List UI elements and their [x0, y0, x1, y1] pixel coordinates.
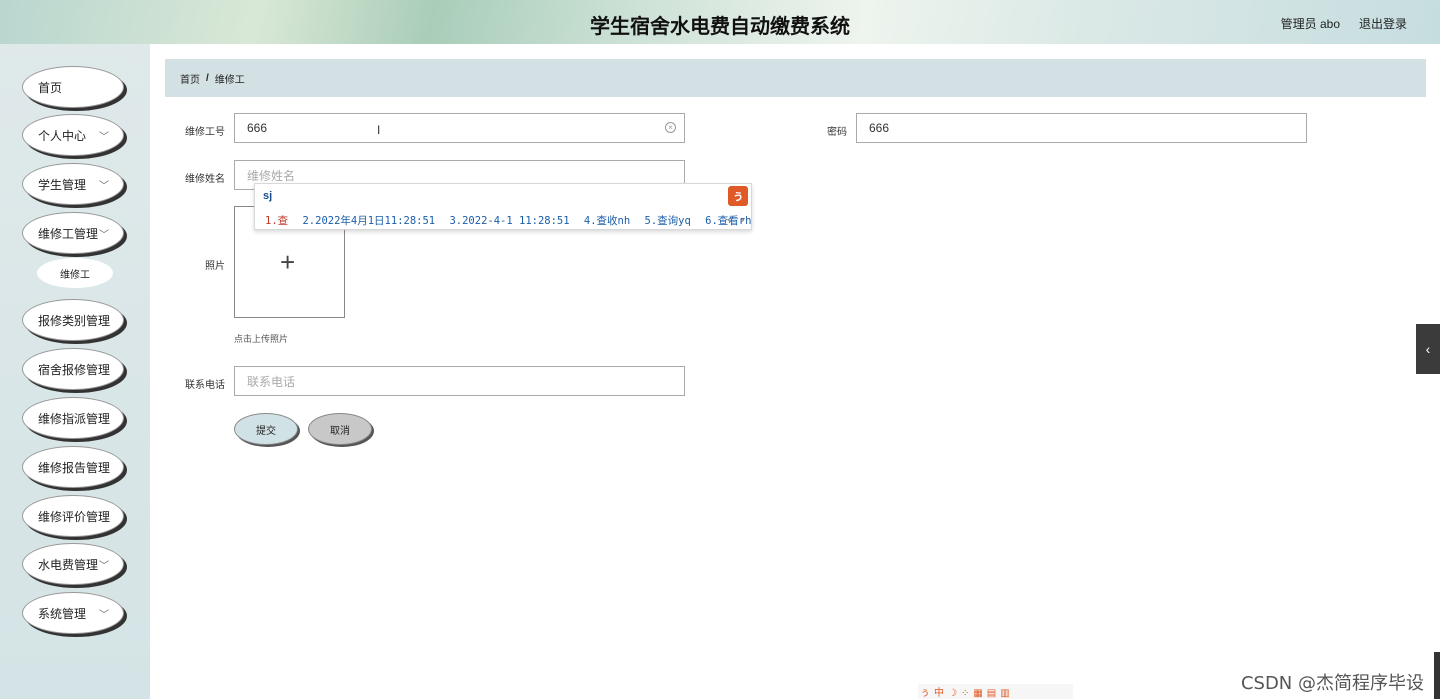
text-cursor-icon: I — [377, 123, 381, 137]
photo-upload-hint: 点击上传照片 — [234, 334, 289, 344]
sidebar-item-label: 个人中心 — [38, 128, 87, 143]
worker-name-placeholder: 维修姓名 — [247, 168, 296, 183]
ime-logo-icon: ぅ — [728, 186, 748, 206]
password-label: 密码 — [827, 127, 847, 138]
sidebar-item-repair-assign[interactable]: 维修指派管理 — [22, 397, 124, 439]
chevron-left-icon: ‹ — [1425, 341, 1431, 357]
chevron-down-icon: ﹀ — [99, 181, 109, 192]
sidebar-item-label: 维修报告管理 — [38, 460, 111, 475]
sidebar-item-system[interactable]: 系统管理 ﹀ — [22, 592, 124, 634]
clear-icon[interactable]: × — [665, 122, 676, 133]
sidebar-item-label: 首页 — [38, 80, 63, 95]
phone-input[interactable]: 联系电话 — [234, 366, 685, 396]
sidebar-item-home[interactable]: 首页 — [22, 66, 124, 108]
sidebar-item-repair-category[interactable]: 报修类别管理 — [22, 299, 124, 341]
sidebar-item-label: 水电费管理 — [38, 557, 99, 572]
ime-toolbar-icons: ぅ中☽⁘▦▤▥ — [920, 688, 1014, 699]
watermark: CSDN @杰简程序毕设 — [1240, 673, 1424, 694]
ime-candidate[interactable]: 3.2022-4-1 11:28:51 — [449, 215, 569, 227]
chevron-down-icon: ﹀ — [99, 561, 109, 572]
password-input[interactable]: 666 — [856, 113, 1307, 143]
sidebar-item-workers[interactable]: 维修工管理 ﹀ — [22, 212, 124, 254]
ime-input-text: sj — [263, 190, 273, 202]
ime-candidate-popup: sj ぅ 1.查 2.2022年4月1日11:28:51 3.2022-4-1 … — [254, 183, 752, 230]
sidebar-item-label: 宿舍报修管理 — [38, 362, 111, 377]
sidebar-item-profile[interactable]: 个人中心 ﹀ — [22, 114, 124, 156]
scrollbar-thumb[interactable] — [1434, 652, 1440, 699]
sidebar-item-label: 维修评价管理 — [38, 509, 111, 524]
worker-name-label: 维修姓名 — [185, 174, 225, 185]
photo-label: 照片 — [205, 261, 225, 272]
plus-icon: + — [280, 247, 296, 277]
sidebar-item-label: 维修工管理 — [38, 226, 99, 241]
ime-page-nav-icon[interactable]: ‹ › — [726, 213, 746, 226]
sidebar-item-utility-fees[interactable]: 水电费管理 ﹀ — [22, 543, 124, 585]
cancel-button[interactable]: 取消 — [308, 413, 372, 445]
ime-candidate[interactable]: 5.查询yq — [645, 215, 691, 227]
worker-id-input[interactable]: 666 I × — [234, 113, 685, 143]
sidebar-subitem-worker[interactable]: 维修工 — [37, 258, 113, 288]
worker-id-label: 维修工号 — [185, 127, 225, 138]
logout-link[interactable]: 退出登录 — [1359, 15, 1407, 32]
ime-toolbar: ぅ中☽⁘▦▤▥ — [918, 684, 1073, 699]
header: 学生宿舍水电费自动缴费系统 管理员 abo 退出登录 — [0, 0, 1440, 44]
sidebar: 首页 个人中心 ﹀ 学生管理 ﹀ 维修工管理 ﹀ 维修工 报修类别管理 宿舍报修管理 … — [0, 44, 150, 699]
sidebar-item-repair-report[interactable]: 维修报告管理 — [22, 446, 124, 488]
breadcrumb: 首页 / 维修工 — [165, 59, 1426, 97]
phone-placeholder: 联系电话 — [247, 374, 296, 389]
app-title: 学生宿舍水电费自动缴费系统 — [590, 14, 850, 38]
password-value: 666 — [869, 121, 890, 135]
ime-candidate[interactable]: 4.查收nh — [584, 215, 630, 227]
sidebar-item-label: 系统管理 — [38, 606, 87, 621]
submit-button[interactable]: 提交 — [234, 413, 298, 445]
chevron-down-icon: ﹀ — [99, 610, 109, 621]
breadcrumb-separator: / — [206, 72, 209, 84]
current-user: 管理员 abo — [1280, 17, 1340, 31]
sidebar-item-dorm-repair[interactable]: 宿舍报修管理 — [22, 348, 124, 390]
breadcrumb-home[interactable]: 首页 — [180, 71, 200, 86]
sidebar-item-label: 维修指派管理 — [38, 411, 111, 426]
sidebar-item-repair-review[interactable]: 维修评价管理 — [22, 495, 124, 537]
ime-candidate[interactable]: 1.查 — [265, 215, 288, 227]
worker-id-value: 666 — [247, 121, 268, 135]
ime-candidate[interactable]: 2.2022年4月1日11:28:51 — [302, 215, 435, 227]
chevron-down-icon: ﹀ — [99, 132, 109, 143]
sidebar-item-label: 报修类别管理 — [38, 313, 111, 328]
ime-candidates: 1.查 2.2022年4月1日11:28:51 3.2022-4-1 11:28… — [265, 213, 759, 228]
phone-label: 联系电话 — [185, 380, 225, 391]
sidebar-item-label: 学生管理 — [38, 177, 87, 192]
sidebar-item-students[interactable]: 学生管理 ﹀ — [22, 163, 124, 205]
side-panel-toggle[interactable]: ‹ — [1416, 324, 1440, 374]
breadcrumb-current: 维修工 — [214, 74, 245, 86]
chevron-down-icon: ﹀ — [99, 230, 109, 241]
